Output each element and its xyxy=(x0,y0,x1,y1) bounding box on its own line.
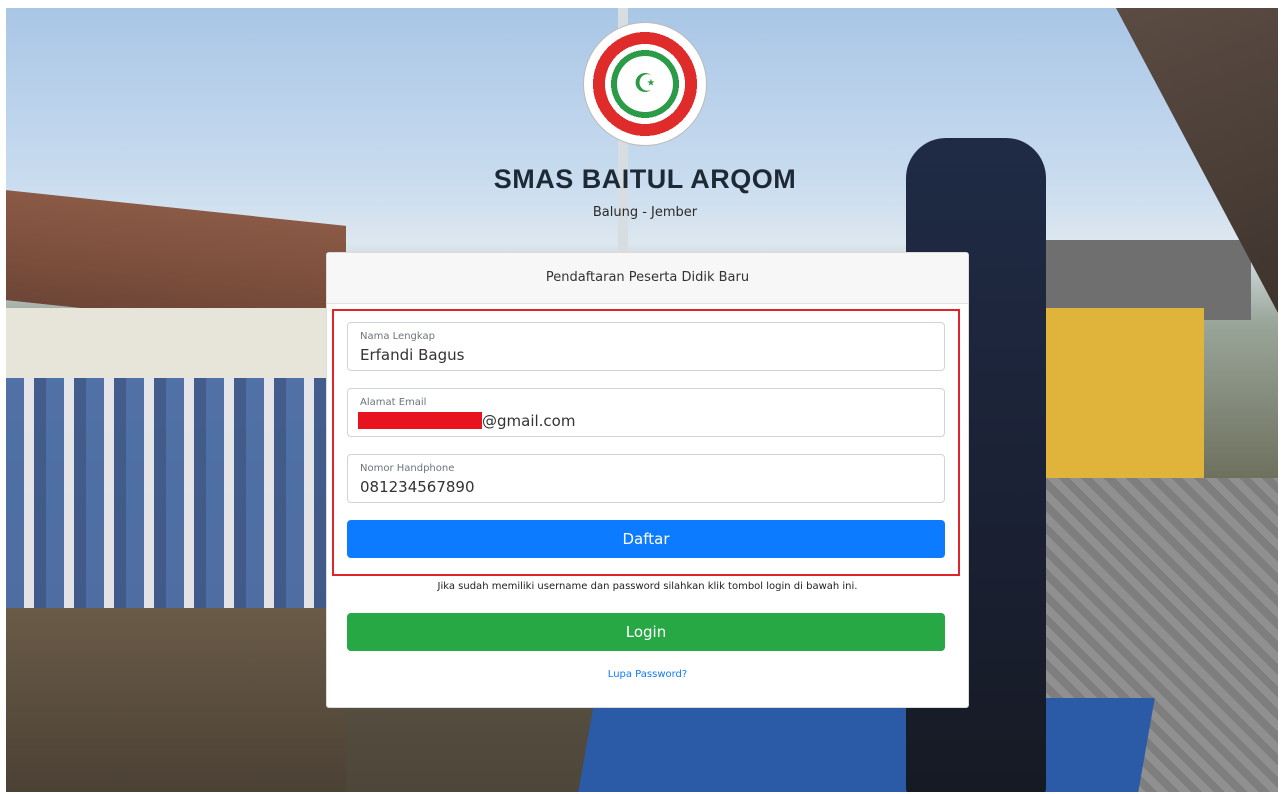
school-emblem-icon: ☪ xyxy=(617,56,673,112)
phone-field[interactable]: Nomor Handphone 081234567890 xyxy=(347,454,945,503)
register-button[interactable]: Daftar xyxy=(347,520,945,558)
email-label: Alamat Email xyxy=(360,397,427,408)
email-value: @gmail.com xyxy=(482,412,576,430)
school-location: Balung - Jember xyxy=(592,205,698,220)
full-name-label: Nama Lengkap xyxy=(360,331,435,342)
card-title: Pendaftaran Peserta Didik Baru xyxy=(327,253,968,304)
redaction-block xyxy=(358,412,482,429)
full-name-value: Erfandi Bagus xyxy=(360,346,465,364)
full-name-field[interactable]: Nama Lengkap Erfandi Bagus xyxy=(347,322,945,371)
login-button[interactable]: Login xyxy=(347,613,945,651)
email-field[interactable]: Alamat Email @gmail.com xyxy=(347,388,945,437)
forgot-password-link[interactable]: Lupa Password? xyxy=(327,669,968,680)
email-value-wrap: @gmail.com xyxy=(358,412,576,430)
phone-label: Nomor Handphone xyxy=(360,463,455,474)
school-name: SMAS BAITUL ARQOM xyxy=(493,164,797,194)
login-info-text: Jika sudah memiliki username dan passwor… xyxy=(437,581,858,592)
registration-card: Pendaftaran Peserta Didik Baru Nama Leng… xyxy=(326,252,969,708)
phone-value: 081234567890 xyxy=(360,478,475,496)
school-logo: ☪ xyxy=(583,22,707,146)
